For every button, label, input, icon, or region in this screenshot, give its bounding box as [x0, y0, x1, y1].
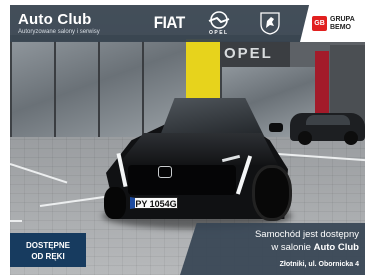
- car-mirror: [269, 123, 283, 132]
- parking-line: [10, 220, 22, 222]
- availability-location: w salonie Auto Club: [271, 242, 359, 253]
- group-name: BEMO: [330, 24, 351, 31]
- dealer-address: Złotniki, ul. Obornicka 4: [279, 261, 359, 268]
- car-grille: [128, 165, 236, 195]
- red-panel: [315, 51, 329, 113]
- promo-image: OPEL PY 1054G Auto Club Autoryzowane sal…: [10, 5, 365, 275]
- wheel-left: [104, 187, 126, 219]
- building-sign-text: OPEL: [224, 45, 273, 62]
- car-hood: [118, 133, 278, 165]
- fiat-logo: FIAT: [153, 13, 186, 32]
- car-emblem: [158, 166, 172, 178]
- dealer-tagline: Autoryzowane salony i serwisy: [18, 29, 100, 35]
- grupa-bemo-icon: GB: [312, 16, 327, 31]
- license-plate: PY 1054G: [130, 197, 178, 209]
- availability-line-2: OD RĘKI: [31, 252, 65, 261]
- availability-message: Samochód jest dostępny: [254, 229, 359, 240]
- group-label: GRUPA: [330, 16, 355, 23]
- availability-badge: [10, 233, 86, 267]
- availability-line-1: DOSTĘPNE: [25, 241, 70, 250]
- peugeot-logo-icon: [260, 12, 280, 35]
- dealer-name-bold: Auto Club: [313, 242, 359, 253]
- dealer-logo: Auto Club: [18, 11, 92, 28]
- wheel-right: [252, 165, 292, 221]
- opel-logo-text: OPEL: [209, 30, 229, 36]
